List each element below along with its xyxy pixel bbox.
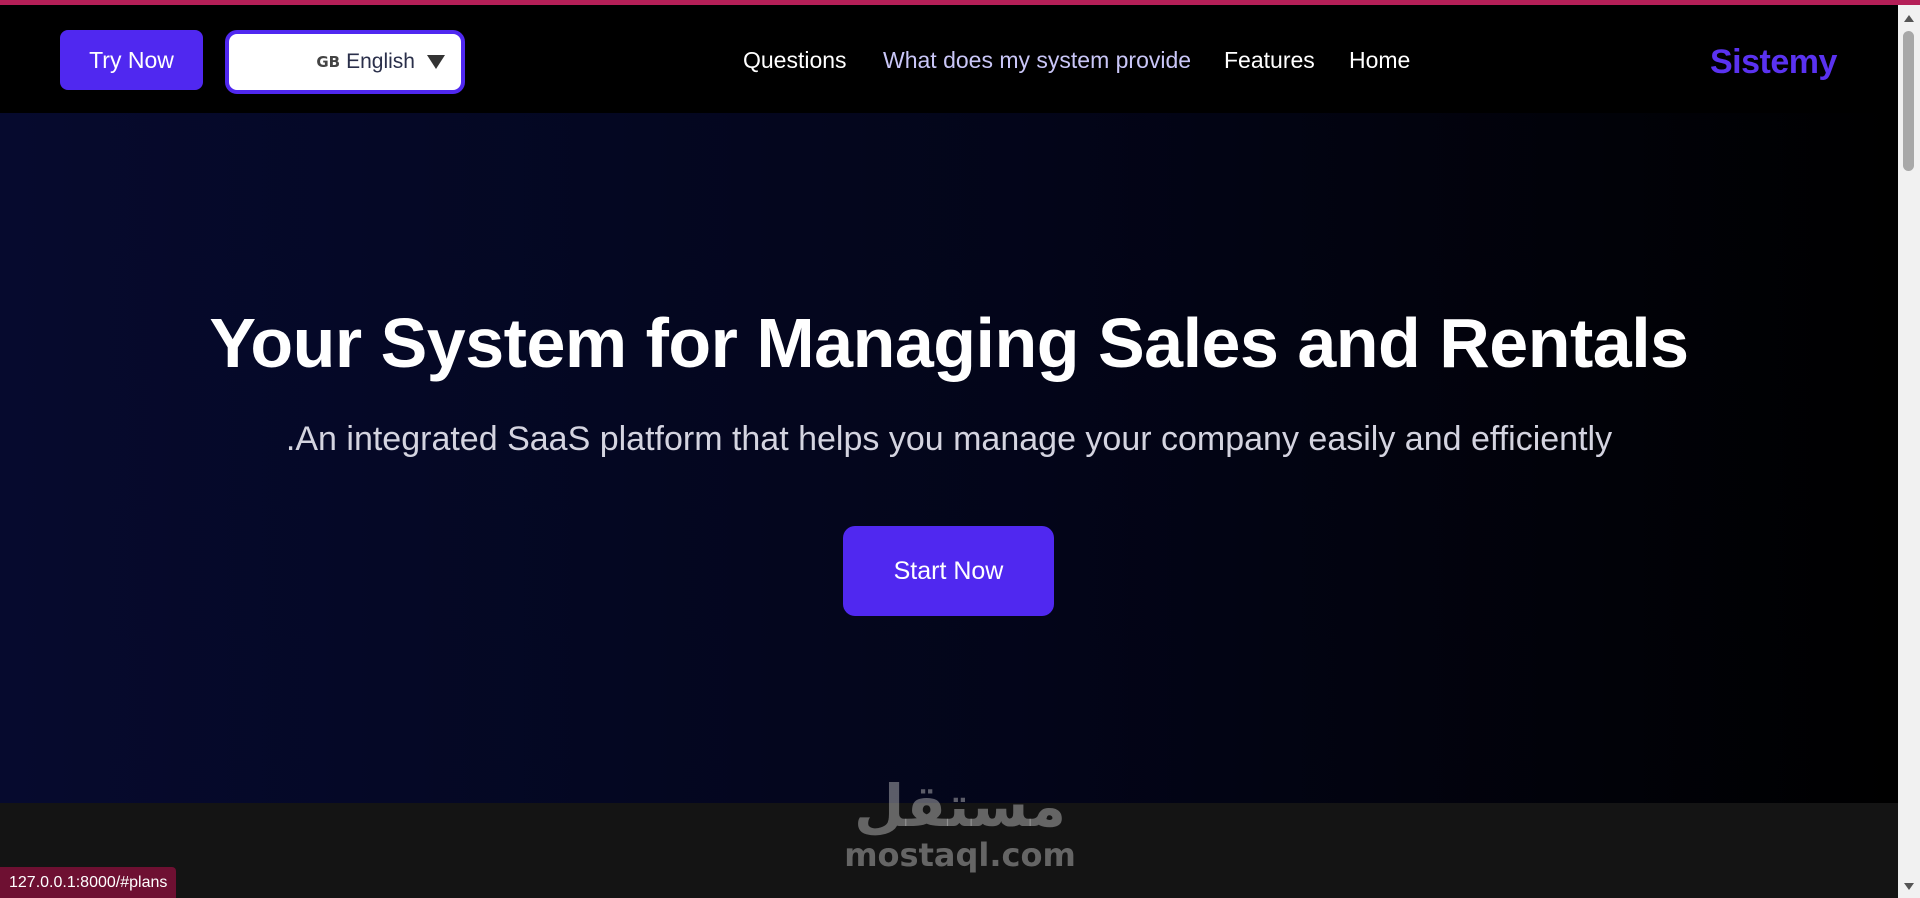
status-bar-url: 127.0.0.1:8000/#plans bbox=[0, 867, 177, 898]
watermark-arabic-text: مستقل bbox=[853, 772, 1067, 840]
gb-flag-icon: GB bbox=[316, 53, 341, 71]
chevron-down-icon[interactable] bbox=[427, 55, 445, 69]
hero-title: Your System for Managing Sales and Renta… bbox=[209, 304, 1689, 382]
hero-section: Your System for Managing Sales and Renta… bbox=[0, 113, 1898, 803]
page: Try Now GB English Questions What does m… bbox=[0, 5, 1898, 898]
start-now-button[interactable]: Start Now bbox=[843, 526, 1054, 616]
nav-link-what-system-provides[interactable]: What does my system provide bbox=[883, 47, 1191, 74]
nav-link-home[interactable]: Home bbox=[1349, 47, 1410, 74]
navbar: Try Now GB English Questions What does m… bbox=[0, 5, 1898, 113]
language-select[interactable]: GB English bbox=[225, 30, 465, 94]
watermark: مستقل mostaql.com bbox=[840, 777, 1080, 871]
scroll-thumb[interactable] bbox=[1903, 31, 1914, 171]
vertical-scrollbar[interactable] bbox=[1898, 5, 1920, 898]
nav-link-features[interactable]: Features bbox=[1224, 47, 1315, 74]
language-selected-label: English bbox=[346, 50, 415, 73]
hero-subtitle: .An integrated SaaS platform that helps … bbox=[285, 420, 1613, 458]
scroll-down-arrow-icon[interactable] bbox=[1904, 883, 1914, 890]
brand-logo[interactable]: Sistemy bbox=[1710, 43, 1837, 82]
try-now-button[interactable]: Try Now bbox=[60, 30, 203, 90]
watermark-latin-text: mostaql.com bbox=[844, 836, 1076, 874]
nav-link-questions[interactable]: Questions bbox=[743, 47, 847, 74]
scroll-up-arrow-icon[interactable] bbox=[1904, 15, 1914, 22]
